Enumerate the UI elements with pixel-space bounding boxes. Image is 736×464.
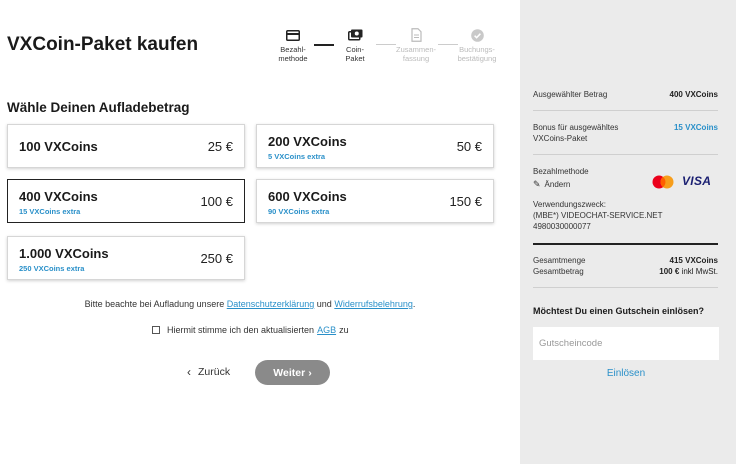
step-label: Buchungs- bestätigung [457,45,497,63]
divider [533,243,718,245]
document-icon [386,28,446,42]
step-label: Zusammen- fassung [395,45,436,63]
pencil-icon: ✎ [533,179,541,189]
redeem-voucher-button[interactable]: Einlösen [533,368,719,379]
selected-amount-row: Ausgewählter Betrag 400 VXCoins [533,89,718,100]
divider [533,154,718,155]
notice-text: Bitte beachte bei Aufladung unsere [84,299,225,309]
selected-amount-label: Ausgewählter Betrag [533,90,608,99]
order-summary-sidebar: Ausgewählter Betrag 400 VXCoins Bonus fü… [520,0,736,464]
package-name: 400 VXCoins [19,189,98,204]
purpose-value: (MBE*) VIDEOCHAT-SERVICE.NET 49800300000… [533,211,663,231]
change-label: Ändern [544,180,571,189]
section-title: Wähle Deinen Aufladebetrag [7,100,190,115]
package-price: 50 € [456,139,482,154]
page-title: VXCoin-Paket kaufen [7,34,199,55]
voucher-code-input[interactable] [533,327,719,360]
bonus-row: Bonus für ausgewähltes VXCoins-Paket 15 … [533,122,718,144]
notice-text: und [316,299,332,309]
divider [533,287,718,288]
package-price: 100 € [200,194,233,209]
agb-text: zu [339,325,349,335]
notice-text: . [412,299,416,309]
package-200[interactable]: 200 VXCoins 5 VXCoins extra 50 € [256,124,494,168]
visa-logo: VISA [682,174,712,188]
step-label: Coin- Paket [345,45,365,63]
package-extra: 5 VXCoins extra [268,152,326,161]
total-price-label: Gesamtbetrag [533,267,584,276]
total-amount-value: 415 VXCoins [669,256,718,265]
privacy-policy-link[interactable]: Datenschutzerklärung [227,299,315,309]
package-name: 200 VXCoins [268,134,347,149]
chevron-left-icon: ‹ [187,365,191,379]
withdrawal-policy-link[interactable]: Widerrufsbelehrung [334,299,413,309]
step-summary: Zusammen- fassung [386,28,446,63]
agb-consent: Hiermit stimme ich den aktualisierten AG… [152,325,349,335]
package-name: 1.000 VXCoins [19,246,109,261]
total-price-suffix: inkl MwSt. [681,267,718,276]
package-price: 250 € [200,251,233,266]
credit-card-icon [263,28,323,42]
agb-checkbox[interactable] [152,326,160,334]
mastercard-icon [652,175,674,189]
progress-stepper: Bezahl- methode Coin- Paket Zusammen- fa… [270,28,510,68]
divider [533,110,718,111]
back-button[interactable]: ‹ Zurück [187,365,230,379]
back-label: Zurück [198,366,231,378]
step-coin-package: Coin- Paket [325,28,385,63]
package-name: 100 VXCoins [19,139,98,154]
next-label: Weiter [273,366,306,379]
chevron-right-icon: › [308,366,312,379]
package-400[interactable]: 400 VXCoins 15 VXCoins extra 100 € [7,179,245,223]
total-price-value: 100 € inkl MwSt. [659,266,718,277]
package-extra: 250 VXCoins extra [19,264,85,273]
package-name: 600 VXCoins [268,189,347,204]
step-label: Bezahl- methode [278,45,308,63]
privacy-notice: Bitte beachte bei Aufladung unsere Daten… [0,299,500,309]
package-price: 150 € [449,194,482,209]
check-circle-icon [447,28,507,42]
agb-link[interactable]: AGB [317,325,336,335]
package-price: 25 € [207,139,233,154]
agb-text: Hiermit stimme ich den aktualisierten [167,325,315,335]
selected-amount-value: 400 VXCoins [669,90,718,99]
package-extra: 15 VXCoins extra [19,207,81,216]
bonus-value: 15 VXCoins [673,123,718,132]
package-100[interactable]: 100 VXCoins 25 € [7,124,245,168]
package-extra: 90 VXCoins extra [268,207,330,216]
coin-icon [325,28,385,42]
total-amount-row: Gesamtmenge 415 VXCoins [533,255,718,266]
main-panel: VXCoin-Paket kaufen Bezahl- methode Coin… [0,0,520,464]
package-600[interactable]: 600 VXCoins 90 VXCoins extra 150 € [256,179,494,223]
step-booking-confirmation: Buchungs- bestätigung [447,28,507,63]
total-price-row: Gesamtbetrag 100 € inkl MwSt. [533,266,718,277]
purpose-label: Verwendungszweck: [533,200,606,209]
bonus-label: Bonus für ausgewähltes VXCoins-Paket [533,123,619,143]
total-price-amount: 100 € [659,267,680,276]
voucher-title: Möchtest Du einen Gutschein einlösen? [533,306,705,316]
package-1000[interactable]: 1.000 VXCoins 250 VXCoins extra 250 € [7,236,245,280]
purpose-row: Verwendungszweck: (MBE*) VIDEOCHAT-SERVI… [533,199,718,232]
next-button[interactable]: Weiter › [255,360,330,385]
total-amount-label: Gesamtmenge [533,256,586,265]
